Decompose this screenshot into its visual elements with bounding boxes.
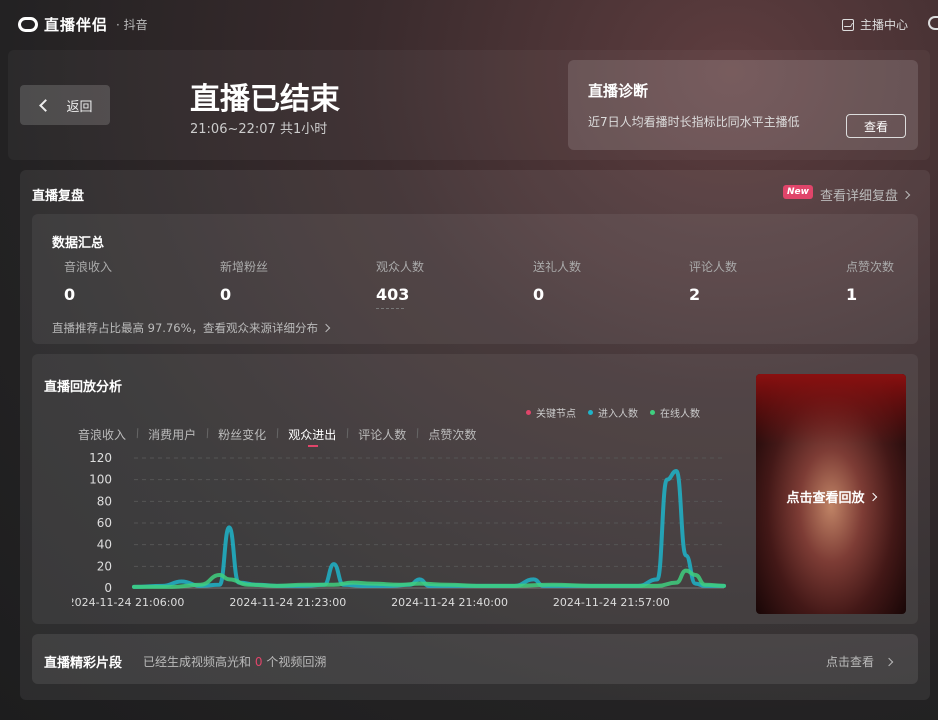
metric-commenters: 评论人数 2 xyxy=(689,258,737,304)
chart-legend: 关键节点 进入人数 在线人数 xyxy=(526,405,712,420)
platform-label: · 抖音 xyxy=(116,18,148,32)
legend-label: 进入人数 xyxy=(598,409,638,420)
app-name: 直播伴侣 xyxy=(44,16,109,34)
chevron-right-icon xyxy=(868,492,877,501)
detailed-review-label: 查看详细复盘 xyxy=(820,189,899,204)
clips-text-before: 已经生成视频高光和 xyxy=(143,655,252,669)
chevron-right-icon xyxy=(321,323,331,333)
clips-description: 已经生成视频高光和 0 个视频回溯 xyxy=(143,653,326,670)
host-center-button[interactable]: 主播中心 xyxy=(841,16,908,33)
summary-title: 数据汇总 xyxy=(52,236,105,251)
legend-item: 关键节点 xyxy=(526,405,576,420)
y-tick-label: 20 xyxy=(97,559,112,573)
metric-label: 评论人数 xyxy=(689,260,738,274)
metric-gifters: 送礼人数 0 xyxy=(533,258,581,304)
y-tick-label: 60 xyxy=(97,516,112,530)
metric-viewers[interactable]: 观众人数 403 xyxy=(376,258,424,309)
chevron-right-icon xyxy=(884,657,894,666)
diagnosis-text: 近7日人均看播时长指标比同水平主播低 xyxy=(588,115,800,129)
tab-fan-change[interactable]: 粉丝变化 xyxy=(218,426,266,443)
metric-value: 0 xyxy=(64,285,76,304)
metric-value: 1 xyxy=(846,285,858,304)
replay-thumbnail[interactable]: 点击查看回放 xyxy=(756,374,906,614)
replay-label: 点击查看回放 xyxy=(786,491,865,506)
legend-label: 在线人数 xyxy=(660,409,700,420)
highlight-clips-card: 直播精彩片段 已经生成视频高光和 0 个视频回溯 点击查看 xyxy=(32,634,918,684)
audience-source-label: 直播推荐占比最高 97.76%，查看观众来源详细分布 xyxy=(52,321,319,335)
x-tick-label: 2024-11-24 21:23:00 xyxy=(229,596,346,609)
y-tick-label: 40 xyxy=(97,538,112,552)
clips-count: 0 xyxy=(254,655,263,669)
host-center-label: 主播中心 xyxy=(859,18,908,32)
metric-label: 点赞次数 xyxy=(846,260,895,274)
clips-view-label: 点击查看 xyxy=(825,655,874,669)
logo-icon xyxy=(18,17,38,32)
tab-sound-wave-income[interactable]: 音浪收入 xyxy=(78,426,126,443)
audience-source-link[interactable]: 直播推荐占比最高 97.76%，查看观众来源详细分布 xyxy=(52,320,331,336)
data-summary-card: 数据汇总 音浪收入 0 新增粉丝 0 观众人数 403 送礼人数 0 评论人数 … xyxy=(32,214,918,344)
diagnosis-title: 直播诊断 xyxy=(588,82,649,100)
legend-item: 进入人数 xyxy=(588,405,638,420)
metric-label: 观众人数 xyxy=(376,260,425,274)
audience-in-out-chart[interactable]: 0 20 40 60 80 100 120 2024-11-24 21:06:00 2024-1… xyxy=(72,450,737,610)
y-tick-label: 0 xyxy=(104,581,112,595)
back-label: 返回 xyxy=(66,99,93,115)
legend-dot xyxy=(588,410,593,415)
detailed-review-link[interactable]: 查看详细复盘 xyxy=(820,185,911,204)
new-badge: New xyxy=(783,185,813,199)
metric-new-fans: 新增粉丝 0 xyxy=(220,258,268,304)
clips-text-after: 个视频回溯 xyxy=(266,655,327,669)
replay-link[interactable]: 点击查看回放 xyxy=(756,487,906,506)
diagnosis-view-button[interactable]: 查看 xyxy=(846,114,906,138)
metric-likes: 点赞次数 1 xyxy=(846,258,894,304)
analysis-title: 直播回放分析 xyxy=(44,380,123,395)
x-tick-label: 2024-11-24 21:40:00 xyxy=(391,596,508,609)
diagnosis-card: 直播诊断 近7日人均看播时长指标比同水平主播低 查看 xyxy=(568,60,918,150)
tab-audience-in-out[interactable]: 观众进出 xyxy=(288,426,336,447)
live-time-range: 21:06~22:07 共1小时 xyxy=(190,122,328,137)
analysis-tabs: 音浪收入 \ 消费用户 \ 粉丝变化 \ 观众进出 \ 评论人数 \ 点赞次数 xyxy=(78,426,476,447)
metric-value: 403 xyxy=(376,285,410,304)
tab-commenters[interactable]: 评论人数 xyxy=(358,426,406,443)
clips-title: 直播精彩片段 xyxy=(44,656,123,671)
metric-sound-wave-income: 音浪收入 0 xyxy=(64,258,112,304)
clips-view-link[interactable]: 点击查看 xyxy=(825,653,894,670)
tab-likes[interactable]: 点赞次数 xyxy=(428,426,476,443)
tab-paying-users[interactable]: 消费用户 xyxy=(148,426,196,443)
legend-item: 在线人数 xyxy=(650,405,700,420)
metric-value: 2 xyxy=(689,285,701,304)
metric-value: 0 xyxy=(533,285,545,304)
review-title: 直播复盘 xyxy=(32,189,85,204)
chart-icon xyxy=(841,18,854,31)
y-tick-label: 80 xyxy=(97,494,112,508)
metric-label: 送礼人数 xyxy=(533,260,582,274)
chevron-right-icon xyxy=(901,190,911,199)
page-title: 直播已结束 xyxy=(190,82,340,117)
tab-separator: \ xyxy=(343,426,353,440)
tab-separator: \ xyxy=(133,426,143,440)
app-logo: 直播伴侣 · 抖音 xyxy=(18,14,148,35)
headset-icon[interactable] xyxy=(928,16,938,30)
title-bar: 直播伴侣 · 抖音 主播中心 xyxy=(0,0,938,48)
back-button[interactable]: 返回 xyxy=(20,85,110,125)
metric-label: 音浪收入 xyxy=(64,260,113,274)
y-tick-label: 100 xyxy=(89,473,112,487)
metric-underline xyxy=(376,308,404,309)
legend-label: 关键节点 xyxy=(536,409,576,420)
metric-label: 新增粉丝 xyxy=(220,260,269,274)
legend-dot xyxy=(650,410,655,415)
series-line-进入人数 xyxy=(132,469,726,589)
tab-separator: \ xyxy=(203,426,213,440)
tab-separator: \ xyxy=(413,426,423,440)
metric-value: 0 xyxy=(220,285,232,304)
legend-dot xyxy=(526,410,531,415)
tab-separator: \ xyxy=(273,426,283,440)
chevron-left-icon xyxy=(39,98,53,112)
x-tick-label: 2024-11-24 21:06:00 xyxy=(72,596,184,609)
x-tick-label: 2024-11-24 21:57:00 xyxy=(553,596,670,609)
y-tick-label: 120 xyxy=(89,451,112,465)
